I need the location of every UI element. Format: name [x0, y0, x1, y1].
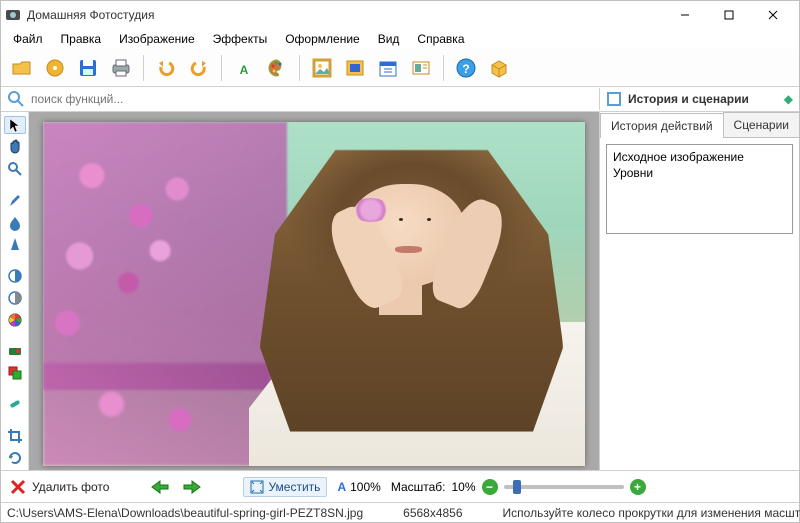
print-button[interactable]: [106, 53, 136, 83]
status-dims: 6568x4856: [403, 506, 462, 520]
close-button[interactable]: [751, 1, 795, 29]
bottom-bar: Удалить фото Уместить A 100% Масштаб: 10…: [1, 470, 799, 502]
zoom-out-button[interactable]: −: [482, 479, 498, 495]
tool-zoom[interactable]: [4, 161, 26, 178]
search-input[interactable]: [31, 92, 593, 106]
open-button[interactable]: [7, 53, 37, 83]
fit-button[interactable]: Уместить: [243, 477, 327, 497]
menu-view[interactable]: Вид: [370, 30, 408, 48]
tool-hue[interactable]: [4, 311, 26, 328]
status-hint: Используйте колесо прокрутки для изменен…: [503, 506, 800, 520]
main-area: История действий Сценарии Исходное изобр…: [1, 112, 799, 470]
svg-text:A: A: [240, 63, 249, 77]
menu-help[interactable]: Справка: [409, 30, 472, 48]
frame-button[interactable]: [307, 53, 337, 83]
undo-button[interactable]: [151, 53, 181, 83]
tool-clone[interactable]: [4, 364, 26, 381]
tool-redeye[interactable]: [4, 343, 26, 360]
tab-scenarios[interactable]: Сценарии: [723, 112, 800, 137]
zoom-100-label: 100%: [350, 480, 381, 494]
next-button[interactable]: [181, 476, 203, 498]
menu-effects[interactable]: Эффекты: [205, 30, 276, 48]
maximize-button[interactable]: [707, 1, 751, 29]
palette-button[interactable]: [262, 53, 292, 83]
history-icon: [606, 91, 622, 107]
fit-icon: [250, 480, 264, 494]
history-tabs: История действий Сценарии: [600, 112, 799, 138]
delete-photo-label: Удалить фото: [32, 480, 109, 494]
tool-drop[interactable]: [4, 214, 26, 231]
tool-pointer[interactable]: [4, 116, 26, 134]
scale-value: 10%: [452, 480, 476, 494]
search-row: История и сценарии ◆: [1, 87, 799, 112]
history-item[interactable]: Уровни: [613, 165, 786, 181]
prev-button[interactable]: [149, 476, 171, 498]
menu-design[interactable]: Оформление: [277, 30, 367, 48]
redo-button[interactable]: [184, 53, 214, 83]
tool-rotate[interactable]: [4, 449, 26, 466]
help-button[interactable]: ?: [451, 53, 481, 83]
minimize-button[interactable]: [663, 1, 707, 29]
main-toolbar: A ?: [1, 49, 799, 87]
scale-label: Масштаб:: [391, 480, 446, 494]
menu-image[interactable]: Изображение: [111, 30, 203, 48]
text-a-icon: A: [337, 480, 346, 494]
history-panel-title: История и сценарии: [628, 92, 778, 106]
mask-button[interactable]: [340, 53, 370, 83]
window-title: Домашняя Фотостудия: [27, 8, 663, 22]
photo-canvas[interactable]: [43, 122, 585, 466]
app-icon: [5, 7, 21, 23]
canvas-area[interactable]: [29, 112, 599, 470]
menu-file[interactable]: Файл: [5, 30, 51, 48]
tab-history[interactable]: История действий: [600, 113, 724, 138]
tool-contrast[interactable]: [4, 267, 26, 284]
menubar: Файл Правка Изображение Эффекты Оформлен…: [1, 29, 799, 49]
titlebar: Домашняя Фотостудия: [1, 1, 799, 29]
menu-edit[interactable]: Правка: [53, 30, 110, 48]
history-item[interactable]: Исходное изображение: [613, 149, 786, 165]
calendar-button[interactable]: [373, 53, 403, 83]
expand-icon[interactable]: ◆: [784, 92, 793, 106]
search-icon: [7, 90, 25, 108]
left-toolbox: [1, 112, 29, 470]
status-bar: C:\Users\AMS-Elena\Downloads\beautiful-s…: [1, 502, 799, 522]
box-button[interactable]: [484, 53, 514, 83]
tool-heal[interactable]: [4, 396, 26, 413]
tool-sharpen[interactable]: [4, 236, 26, 253]
zoom-in-button[interactable]: +: [630, 479, 646, 495]
save-button[interactable]: [73, 53, 103, 83]
catalog-button[interactable]: [40, 53, 70, 83]
tool-brush[interactable]: [4, 192, 26, 209]
delete-photo-button[interactable]: Удалить фото: [9, 478, 109, 496]
fit-label: Уместить: [268, 480, 320, 494]
right-panel: История действий Сценарии Исходное изобр…: [599, 112, 799, 470]
tool-saturation[interactable]: [4, 289, 26, 306]
tool-hand[interactable]: [4, 139, 26, 156]
history-list[interactable]: Исходное изображение Уровни: [606, 144, 793, 234]
delete-icon: [9, 478, 27, 496]
status-path: C:\Users\AMS-Elena\Downloads\beautiful-s…: [7, 506, 363, 520]
svg-text:?: ?: [462, 62, 469, 76]
postcard-button[interactable]: [406, 53, 436, 83]
tool-crop[interactable]: [4, 427, 26, 444]
zoom-slider[interactable]: [504, 485, 624, 489]
slider-thumb[interactable]: [513, 480, 521, 494]
history-panel-header: История и сценарии ◆: [599, 88, 799, 110]
text-button[interactable]: A: [229, 53, 259, 83]
scale-group: Масштаб: 10% − +: [391, 479, 646, 495]
zoom-100-button[interactable]: A 100%: [337, 480, 380, 494]
